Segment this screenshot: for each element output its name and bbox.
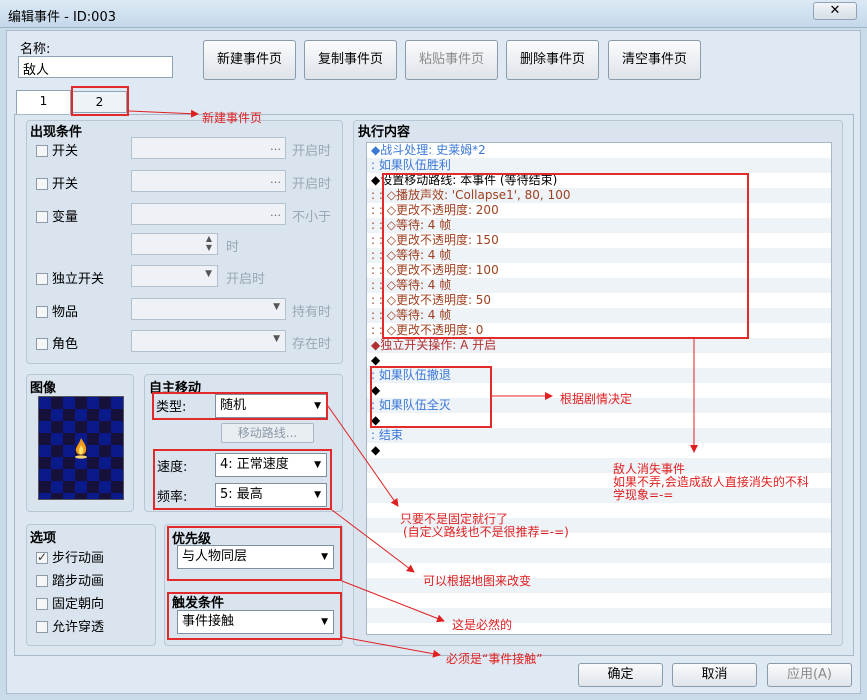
annotation-not-fixed-note: (自定义路线也不是很推荐=-=) (403, 525, 569, 539)
annotation-must-be: 必须是“事件接触” (446, 652, 543, 666)
annotation-new-page: 新建事件页 (202, 111, 263, 125)
annotation-arrows (128, 109, 698, 658)
annotation-vanish-tail: 学现象=-= (613, 488, 674, 502)
annotation-by-story: 根据剧情决定 (560, 392, 633, 406)
annotation-by-map: 可以根据地图来改变 (423, 574, 532, 588)
annotation-must: 这是必然的 (452, 618, 513, 632)
